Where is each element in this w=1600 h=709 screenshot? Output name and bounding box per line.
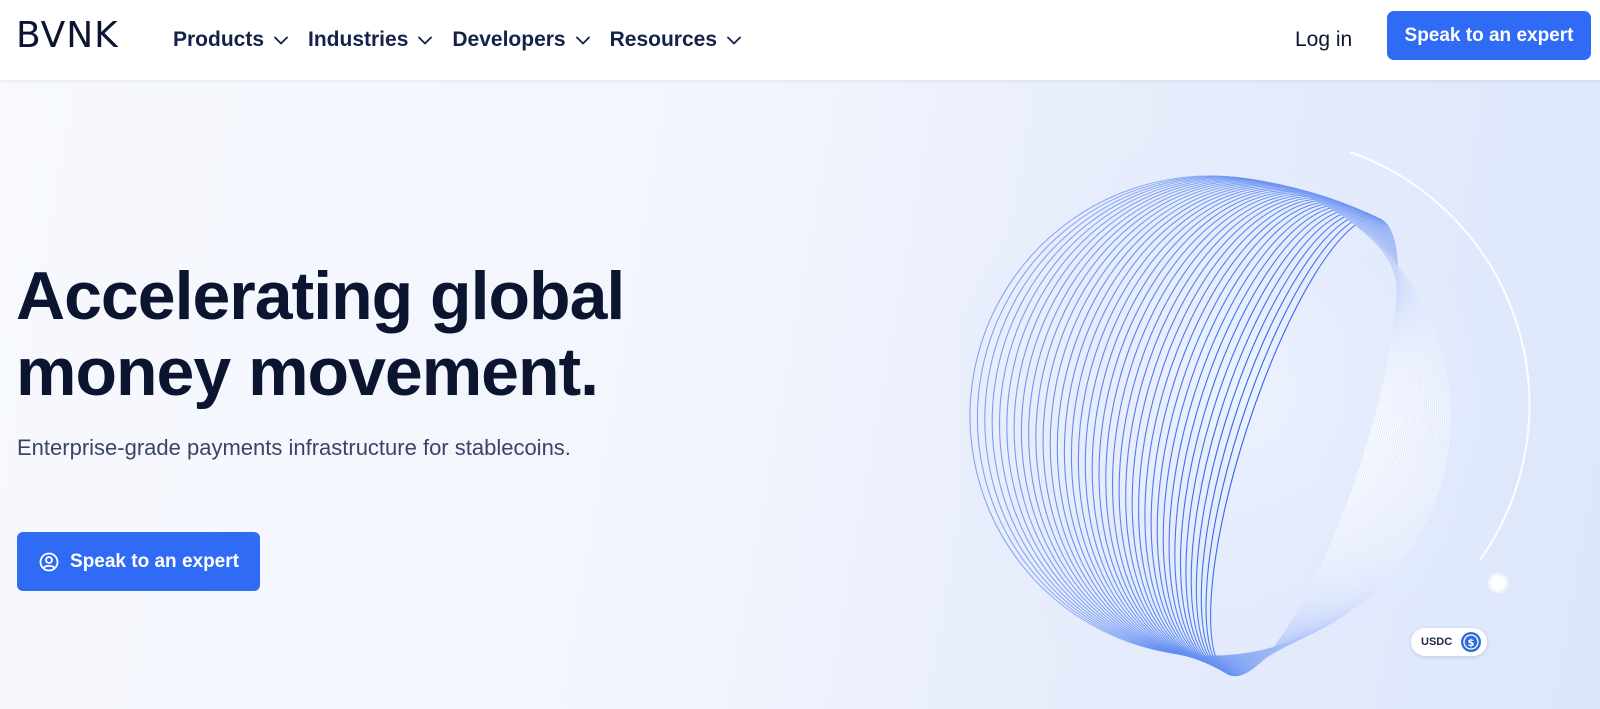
- svg-text:$: $: [1468, 638, 1475, 649]
- usdc-badge: USDC $: [1411, 628, 1487, 656]
- chevron-down-icon: [274, 36, 288, 44]
- nav-resources[interactable]: Resources: [610, 28, 741, 52]
- speak-to-expert-button-header[interactable]: Speak to an expert: [1387, 11, 1591, 60]
- chevron-down-icon: [575, 36, 590, 44]
- globe-wireframe-illustration: [960, 146, 1531, 686]
- nav-products-label: Products: [173, 28, 265, 51]
- chevron-down-icon: [727, 36, 741, 44]
- site-header: BVNK Products Industries Developers Reso…: [0, 0, 1600, 80]
- nav-products[interactable]: Products: [173, 28, 288, 52]
- main-nav: Products Industries Developers Resources: [173, 22, 761, 58]
- nav-developers-label: Developers: [452, 28, 566, 51]
- hero-cta-label: Speak to an expert: [70, 550, 239, 572]
- nav-resources-label: Resources: [609, 28, 717, 51]
- hero-subtitle: Enterprise-grade payments infrastructure…: [17, 435, 571, 460]
- hero-title-line2: money movement.: [16, 334, 599, 410]
- user-circle-icon: [39, 552, 59, 571]
- chevron-down-icon: [418, 36, 433, 44]
- nav-developers[interactable]: Developers: [452, 28, 590, 52]
- usdc-coin-icon: $: [1461, 632, 1482, 652]
- orbit-dot: [1487, 572, 1509, 594]
- bvnk-logo[interactable]: BVNK: [16, 14, 119, 58]
- hero-title: Accelerating global money movement.: [16, 258, 716, 410]
- hero-title-line1: Accelerating global: [16, 258, 625, 334]
- usdc-label: USDC: [1421, 636, 1453, 648]
- nav-industries[interactable]: Industries: [308, 28, 433, 52]
- nav-industries-label: Industries: [308, 28, 409, 51]
- login-link[interactable]: Log in: [1295, 22, 1352, 58]
- speak-to-expert-button-hero[interactable]: Speak to an expert: [17, 532, 260, 591]
